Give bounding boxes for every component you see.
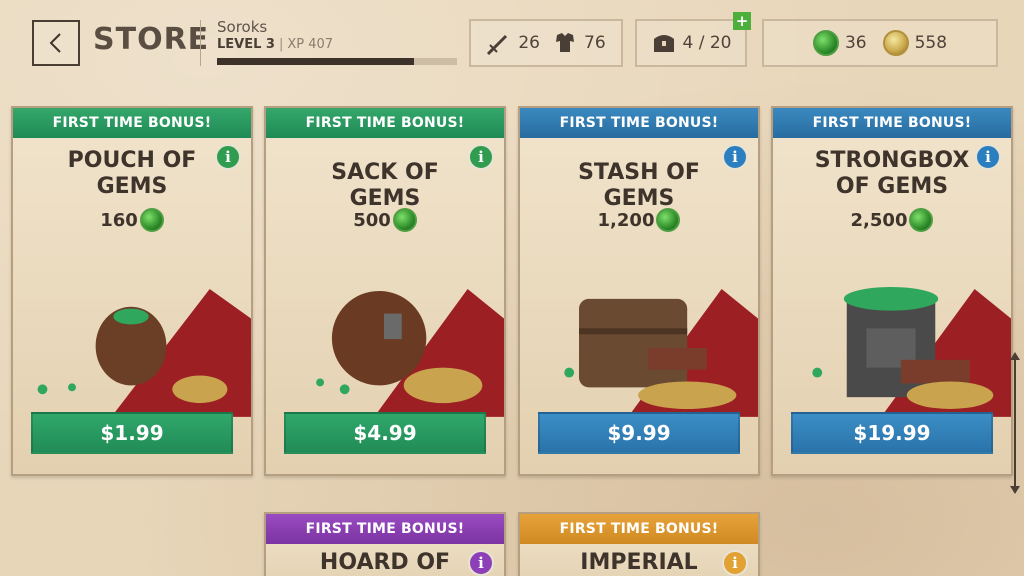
strongbox-illustration xyxy=(773,278,1011,418)
player-name: Soroks xyxy=(217,18,268,36)
gem-icon xyxy=(656,208,681,232)
gem-icon xyxy=(812,30,839,56)
power-stats-box[interactable]: 26 76 xyxy=(469,19,623,67)
info-icon[interactable]: i xyxy=(468,550,494,576)
player-xp: XP 407 xyxy=(287,37,334,52)
store-item-sack-of-gems[interactable]: FIRST TIME BONUS! SACK OF GEMS i 500 $4.… xyxy=(264,106,506,476)
first-time-bonus-banner: FIRST TIME BONUS! xyxy=(520,514,758,544)
first-time-bonus-banner: FIRST TIME BONUS! xyxy=(266,514,504,544)
player-level-row: LEVEL 3 | XP 407 xyxy=(217,37,333,52)
gem-amount-value: 500 xyxy=(353,209,391,231)
gem-icon xyxy=(139,208,164,232)
gem-amount-value: 2,500 xyxy=(850,209,908,231)
first-time-bonus-banner: FIRST TIME BONUS! xyxy=(266,108,504,138)
coin-icon xyxy=(882,30,909,56)
gem-amount: 2,500 xyxy=(773,208,1011,232)
chest-icon xyxy=(653,35,674,52)
currency-box[interactable]: 36 558 xyxy=(762,19,998,67)
info-icon[interactable]: i xyxy=(722,144,748,170)
attack-value: 26 xyxy=(518,33,540,53)
inventory-value: 4 / 20 xyxy=(682,33,732,53)
store-item-strongbox-of-gems[interactable]: FIRST TIME BONUS! STRONGBOX OF GEMS i 2,… xyxy=(771,106,1013,476)
store-item-hoard-of[interactable]: FIRST TIME BONUS! HOARD OF i xyxy=(264,512,506,576)
sack-illustration xyxy=(266,278,504,418)
chest-illustration xyxy=(520,278,758,418)
store-item-stash-of-gems[interactable]: FIRST TIME BONUS! STASH OF GEMS i 1,200 … xyxy=(518,106,760,476)
buy-button[interactable]: $4.99 xyxy=(284,412,486,454)
armor-icon xyxy=(556,33,574,52)
defense-value: 76 xyxy=(584,33,606,53)
info-icon[interactable]: i xyxy=(215,144,241,170)
first-time-bonus-banner: FIRST TIME BONUS! xyxy=(773,108,1011,138)
gem-amount: 1,200 xyxy=(520,208,758,232)
item-name: SACK OF GEMS xyxy=(331,160,439,211)
store-item-imperial[interactable]: FIRST TIME BONUS! IMPERIAL i xyxy=(518,512,760,576)
add-inventory-button[interactable]: + xyxy=(733,12,751,30)
buy-button[interactable]: $1.99 xyxy=(31,412,233,454)
buy-button[interactable]: $9.99 xyxy=(538,412,740,454)
info-icon[interactable]: i xyxy=(975,144,1001,170)
scroll-up-icon xyxy=(1010,352,1020,360)
chevron-left-icon xyxy=(49,33,61,53)
gem-icon xyxy=(909,208,934,232)
gold-value: 558 xyxy=(914,33,948,53)
xp-progress-bar xyxy=(217,58,457,65)
gem-amount-value: 1,200 xyxy=(597,209,655,231)
first-time-bonus-banner: FIRST TIME BONUS! xyxy=(520,108,758,138)
store-item-pouch-of-gems[interactable]: FIRST TIME BONUS! POUCH OF GEMS i 160 $1… xyxy=(11,106,253,476)
player-level: LEVEL 3 xyxy=(217,37,275,52)
gem-value: 36 xyxy=(844,33,867,53)
xp-progress-fill xyxy=(217,58,414,65)
info-icon[interactable]: i xyxy=(468,144,494,170)
level-separator: | xyxy=(278,37,284,52)
header-divider xyxy=(200,20,201,66)
buy-button[interactable]: $19.99 xyxy=(791,412,993,454)
back-button[interactable] xyxy=(32,20,80,66)
page-title: STORE xyxy=(93,22,210,57)
info-icon[interactable]: i xyxy=(722,550,748,576)
gem-amount-value: 160 xyxy=(100,209,138,231)
inventory-box[interactable]: 4 / 20 xyxy=(635,19,747,67)
scroll-down-icon xyxy=(1010,486,1020,494)
pouch-illustration xyxy=(13,278,251,418)
gem-icon xyxy=(392,208,417,232)
scrollbar[interactable] xyxy=(1010,352,1020,494)
scrollbar-track xyxy=(1014,358,1016,488)
first-time-bonus-banner: FIRST TIME BONUS! xyxy=(13,108,251,138)
gem-amount: 500 xyxy=(266,208,504,232)
item-name: STASH OF GEMS xyxy=(578,160,700,211)
gem-amount: 160 xyxy=(13,208,251,232)
sword-icon xyxy=(487,34,508,56)
